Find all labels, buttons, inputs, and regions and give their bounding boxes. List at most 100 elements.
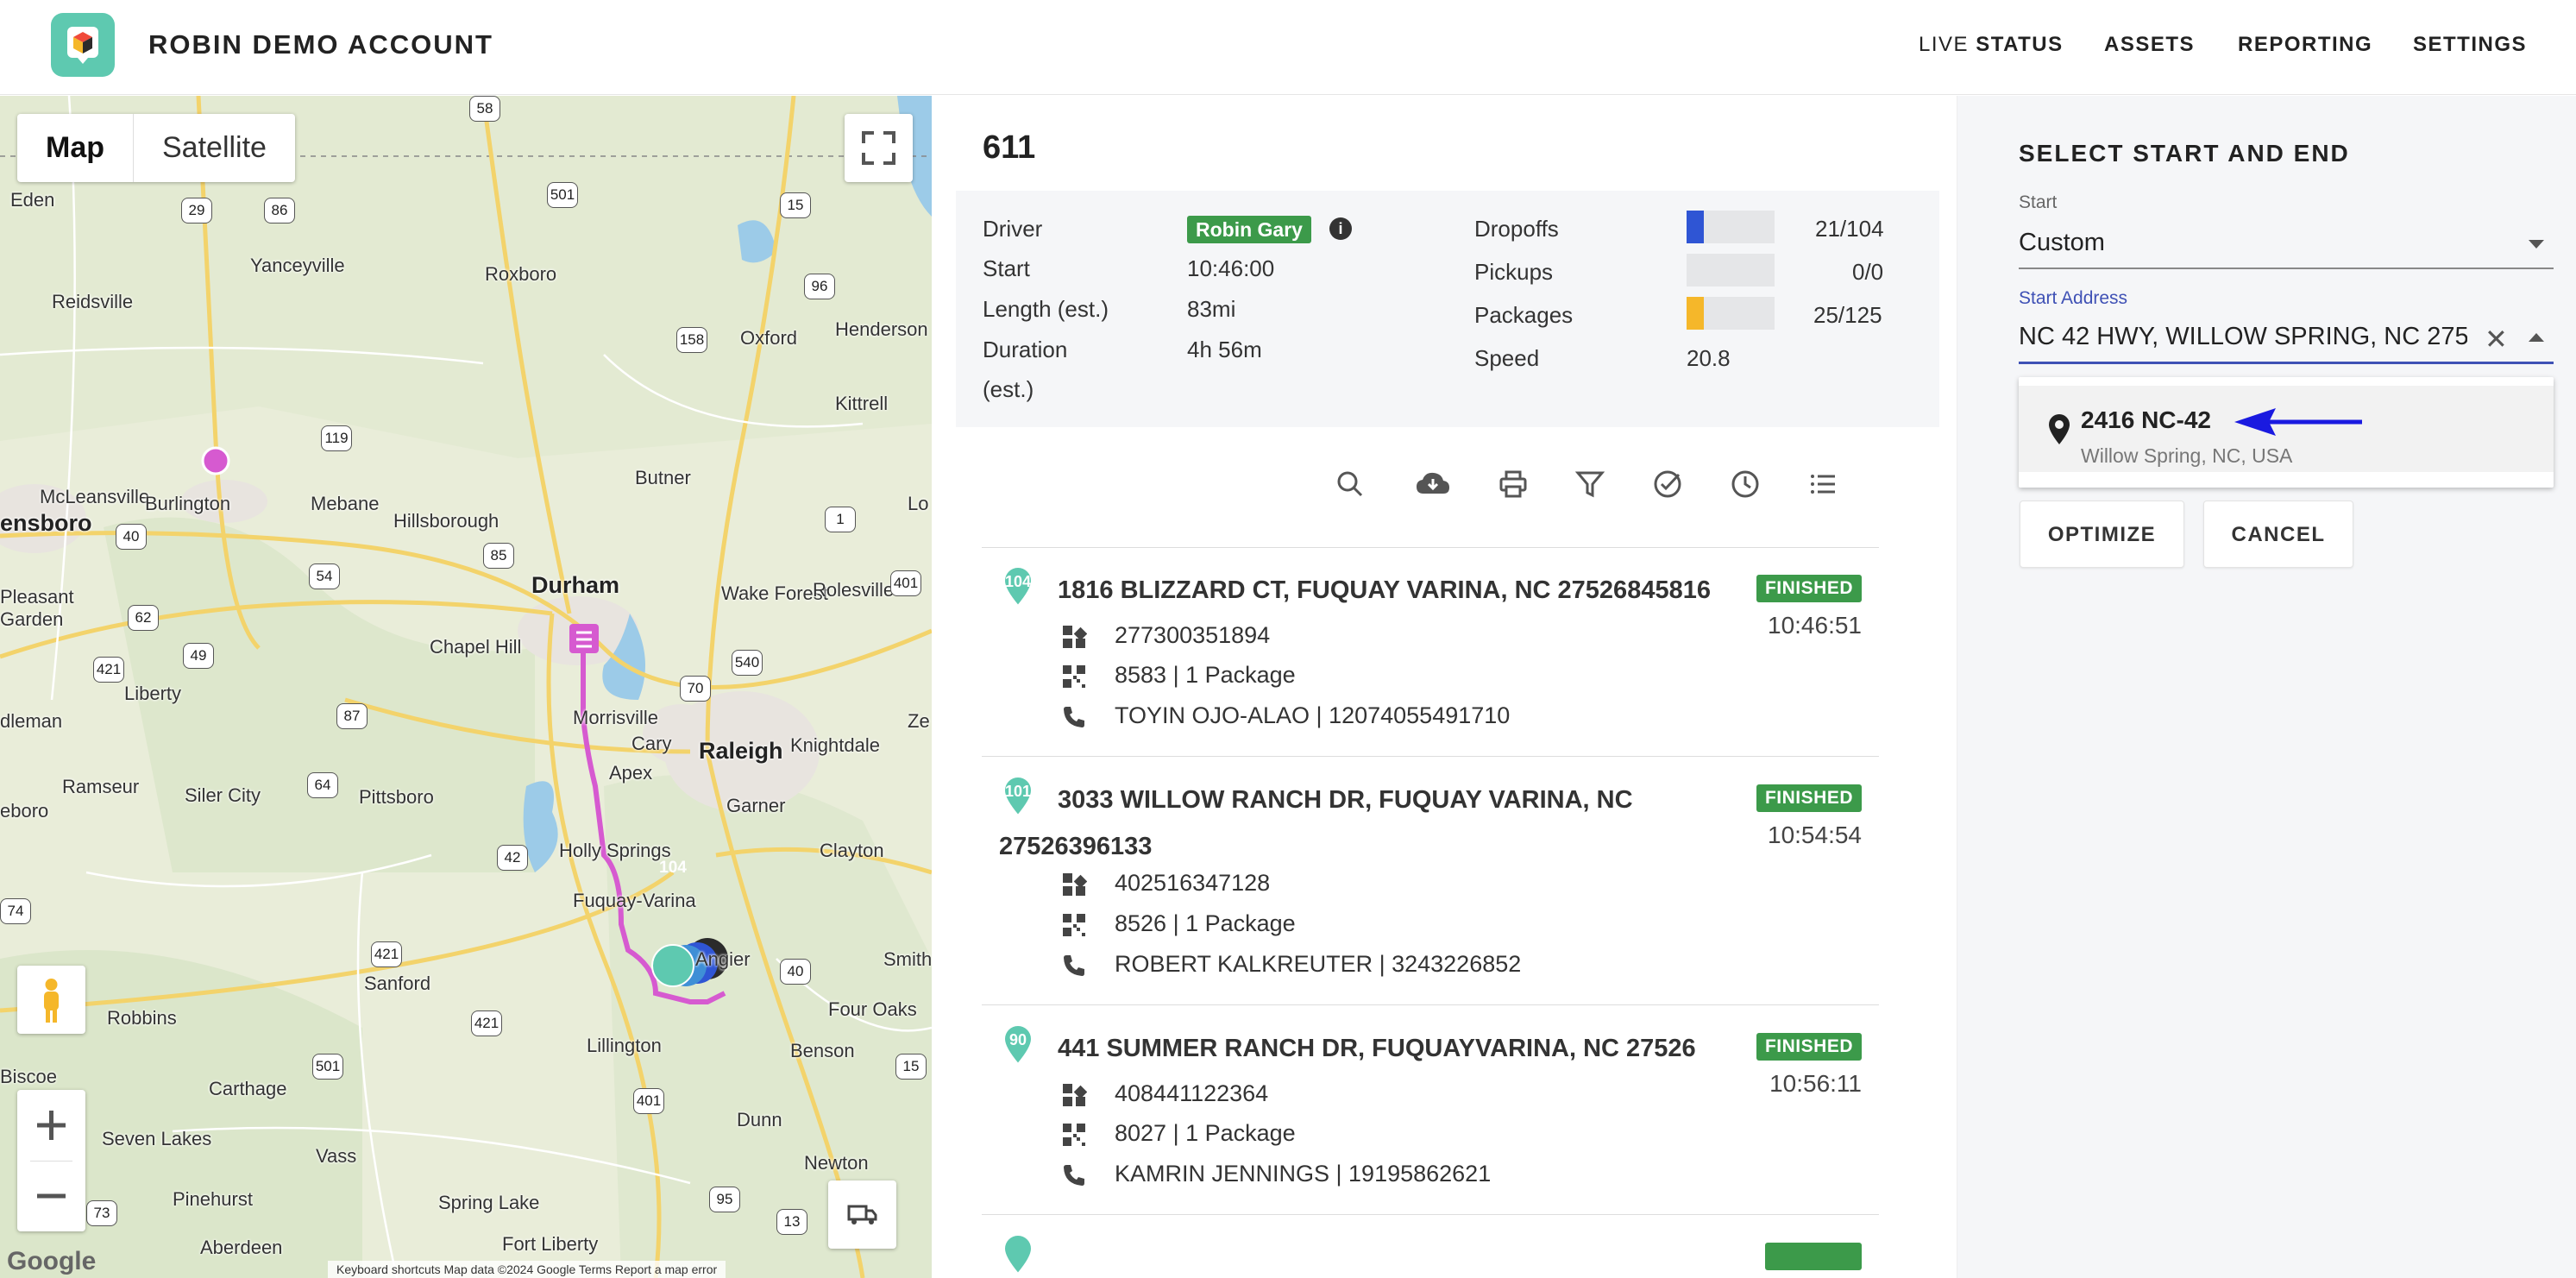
road-shield: 421 (471, 1010, 502, 1036)
start-select-underline (2019, 268, 2554, 269)
nav-assets[interactable]: ASSETS (2104, 33, 2195, 57)
road-shield: 96 (804, 274, 835, 299)
stop-item[interactable]: 90 441 SUMMER RANCH DR, FUQUAYVARINA, NC… (982, 1006, 1879, 1215)
packages-bar (1687, 297, 1775, 330)
road-shield: 87 (336, 703, 368, 729)
driver-chip[interactable]: Robin Gary (1187, 216, 1311, 243)
logo-icon (67, 27, 98, 64)
suggestion-item[interactable]: 2416 NC-42 Willow Spring, NC, USA (2019, 386, 2554, 472)
map-attribution[interactable]: Keyboard shortcuts Map data ©2024 Google… (328, 1261, 726, 1278)
chevron-up-icon[interactable] (2529, 333, 2544, 342)
search-icon[interactable] (1335, 469, 1365, 499)
stop-barcode: 408441122364 (1115, 1080, 1269, 1106)
map-city-label: Siler City (185, 784, 261, 806)
chevron-down-icon[interactable] (2529, 240, 2544, 249)
map-city-label: Benson (790, 1040, 855, 1061)
map-city-label: Roxboro (485, 263, 557, 285)
zoom-in-button[interactable] (17, 1090, 85, 1161)
pickups-label: Pickups (1474, 259, 1554, 285)
road-shield: 13 (776, 1209, 807, 1235)
map-city-label: Hillsborough (393, 510, 499, 532)
stop-number: 101 (1004, 783, 1032, 800)
print-icon[interactable] (1498, 469, 1528, 499)
route-map[interactable]: 104 Eden Yanceyville Roxboro Reidsville … (0, 96, 932, 1278)
zoom-controls (17, 1090, 85, 1231)
clock-icon[interactable] (1731, 469, 1760, 499)
status-badge: FINISHED (1756, 1033, 1862, 1061)
packages-value: 25/125 (1813, 302, 1882, 328)
map-city-label: Newton (804, 1152, 869, 1174)
road-shield: 73 (86, 1200, 117, 1226)
speed-value: 20.8 (1687, 345, 1731, 371)
app-logo[interactable] (51, 13, 115, 77)
map-city-label: Lo (908, 493, 929, 514)
map-city-label: Pittsboro (359, 786, 434, 808)
clear-icon[interactable]: ✕ (2485, 325, 2508, 353)
map-city-label: eboro (0, 800, 49, 822)
cancel-button[interactable]: CANCEL (2203, 500, 2353, 568)
stop-item[interactable] (982, 1216, 1879, 1278)
qr-code-icon (1063, 914, 1085, 936)
map-city-label: Angier (695, 948, 751, 970)
stop-barcode: 402516347128 (1115, 870, 1271, 896)
start-value: 10:46:00 (1187, 255, 1275, 281)
start-address-underline (2019, 362, 2554, 364)
nav-status-word: STATUS (1976, 33, 2064, 56)
stop-list[interactable]: 104 1816 BLIZZARD CT, FUQUAY VARINA, NC … (982, 547, 1879, 1278)
map-city-label: Ramseur (62, 776, 140, 797)
optimize-panel (1957, 96, 2576, 1278)
pickups-bar (1687, 254, 1775, 286)
check-circle-icon[interactable] (1653, 469, 1682, 499)
map-city-label: Fort Liberty (502, 1233, 599, 1255)
stop-number: 104 (1004, 573, 1032, 590)
route-title: 611 (983, 129, 1036, 166)
road-shield: 40 (780, 959, 811, 985)
map-city-label: Cary (631, 733, 672, 754)
road-shield: 58 (469, 96, 500, 122)
map-type-satellite-button[interactable]: Satellite (134, 114, 295, 182)
start-label: Start (983, 255, 1030, 281)
filter-icon[interactable] (1575, 469, 1605, 499)
zoom-out-button[interactable] (17, 1161, 85, 1231)
status-badge: FINISHED (1756, 575, 1862, 602)
map-city-label: Garner (726, 795, 786, 816)
road-shield: 1 (825, 507, 856, 532)
info-icon[interactable]: i (1329, 217, 1352, 240)
stop-time: 10:56:11 (1769, 1070, 1862, 1097)
suggestion-main: 2416 NC-42 (2081, 406, 2211, 433)
grid-icon (1063, 873, 1087, 896)
map-city-label: Robbins (107, 1007, 177, 1029)
nav-reporting[interactable]: REPORTING (2238, 33, 2372, 57)
stop-item[interactable]: 101 3033 WILLOW RANCH DR, FUQUAY VARINA,… (982, 758, 1879, 1005)
map-city-label: Seven Lakes (102, 1128, 212, 1149)
road-shield: 15 (780, 192, 811, 218)
road-shield: 70 (680, 676, 711, 702)
optimize-button[interactable]: OPTIMIZE (2020, 500, 2184, 568)
start-address-label: Start Address (2019, 288, 2128, 308)
vehicle-button[interactable] (828, 1180, 896, 1249)
location-pin-icon (2049, 414, 2070, 444)
street-view-button[interactable] (17, 966, 85, 1034)
length-label: Length (est.) (983, 296, 1109, 322)
status-badge (1765, 1243, 1862, 1270)
nav-live-status[interactable]: LIVE STATUS (1919, 33, 2064, 57)
fullscreen-button[interactable] (845, 114, 913, 182)
cloud-download-icon[interactable] (1415, 469, 1451, 499)
pickups-value: 0/0 (1852, 259, 1884, 285)
start-select[interactable]: Custom (2019, 229, 2105, 257)
map-city-label: Burlington (145, 493, 231, 514)
driver-label: Driver (983, 216, 1043, 242)
start-select-label: Start (2019, 192, 2058, 212)
address-suggestions: 2416 NC-42 Willow Spring, NC, USA (2019, 377, 2554, 488)
road-shield: 49 (183, 643, 214, 669)
map-city-label: Ze (908, 710, 930, 732)
nav-settings[interactable]: SETTINGS (2413, 33, 2527, 57)
stop-packages: 8526 | 1 Package (1115, 910, 1296, 936)
map-type-map-button[interactable]: Map (17, 114, 134, 182)
map-city-label: Henderson (835, 318, 928, 340)
start-address-input[interactable] (2019, 323, 2467, 351)
stop-item[interactable]: 104 1816 BLIZZARD CT, FUQUAY VARINA, NC … (982, 548, 1879, 757)
qr-code-icon (1063, 665, 1085, 688)
list-icon[interactable] (1808, 469, 1838, 499)
map-city-label: Biscoe (0, 1066, 58, 1087)
